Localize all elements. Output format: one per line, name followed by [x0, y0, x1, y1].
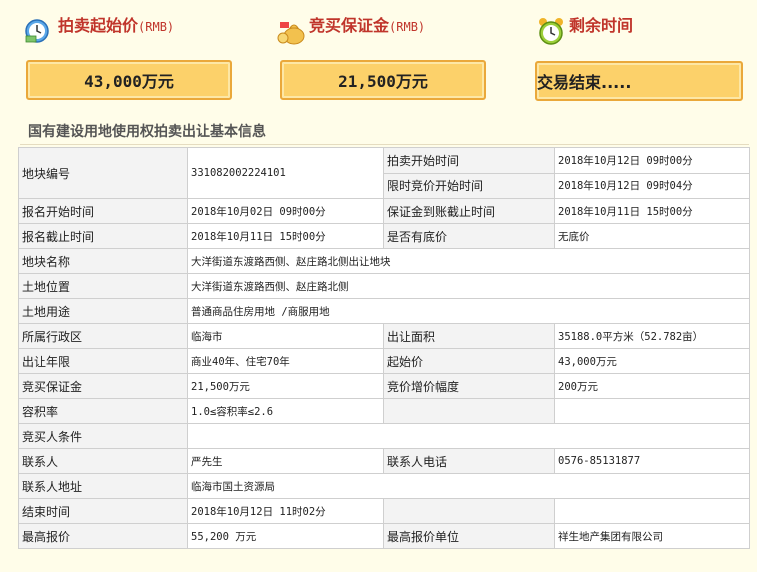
start-price-value: 43,000万元 [84, 72, 174, 91]
section-title: 国有建设用地使用权拍卖出让基本信息 [28, 124, 266, 140]
conditions-value [187, 423, 750, 449]
table-row: 地块名称 大洋街道东渡路西侧、赵庄路北侧出让地块 [18, 248, 750, 274]
deposit-deadline-label: 保证金到账截止时间 [383, 198, 555, 224]
deposit-box: 21,500万元 [280, 60, 486, 100]
end-time-value: 2018年10月12日 11时02分 [187, 498, 384, 524]
conditions-label: 竞买人条件 [18, 423, 188, 449]
district-label: 所属行政区 [18, 323, 188, 349]
increment-value: 200万元 [554, 373, 750, 399]
parcel-no-label: 地块编号 [18, 147, 188, 199]
table-row: 结束时间 2018年10月12日 11时02分 [18, 498, 750, 524]
reg-start-label: 报名开始时间 [18, 198, 188, 224]
top-bidder-value: 祥生地产集团有限公司 [554, 523, 750, 549]
parcel-no-value: 331082002224101 [187, 147, 384, 199]
far-value: 1.0≤容积率≤2.6 [187, 398, 384, 424]
usage-value: 普通商品住房用地 /商服用地 [187, 298, 750, 324]
increment-label: 竞价增价幅度 [383, 373, 555, 399]
contact-value: 严先生 [187, 448, 384, 474]
money-bag-icon [276, 16, 306, 46]
top-bid-value: 55,200 万元 [187, 523, 384, 549]
reg-end-value: 2018年10月11日 15时00分 [187, 223, 384, 249]
table-row: 容积率 1.0≤容积率≤2.6 [18, 398, 750, 424]
phone-value: 0576-85131877 [554, 448, 750, 474]
deposit-value: 21,500万元 [338, 72, 428, 91]
reserve-value: 无底价 [554, 223, 750, 249]
area-label: 出让面积 [383, 323, 555, 349]
end-time-label: 结束时间 [18, 498, 188, 524]
auction-start-label: 拍卖开始时间 [383, 147, 555, 174]
table-row: 最高报价 55,200 万元 最高报价单位 祥生地产集团有限公司 [18, 523, 750, 549]
empty-cell [383, 398, 555, 424]
table-row: 出让年限 商业40年、住宅70年 起始价 43,000万元 [18, 348, 750, 374]
term-value: 商业40年、住宅70年 [187, 348, 384, 374]
empty-cell [554, 398, 750, 424]
table-row: 竞买人条件 [18, 423, 750, 449]
limited-bid-start-value: 2018年10月12日 09时04分 [554, 172, 750, 199]
start-price-row-value: 43,000万元 [554, 348, 750, 374]
table-row: 报名截止时间 2018年10月11日 15时00分 是否有底价 无底价 [18, 223, 750, 249]
land-info-table: 地块编号 331082002224101 拍卖开始时间 2018年10月12日 … [18, 147, 750, 549]
time-left-label: 剩余时间 [569, 16, 634, 35]
top-bidder-label: 最高报价单位 [383, 523, 555, 549]
start-price-label: 拍卖起始价(RMB) [58, 16, 175, 35]
bid-deposit-label: 竞买保证金 [18, 373, 188, 399]
term-label: 出让年限 [18, 348, 188, 374]
table-row: 竞买保证金 21,500万元 竞价增价幅度 200万元 [18, 373, 750, 399]
address-value: 临海市国土资源局 [187, 473, 750, 499]
table-row: 土地位置 大洋街道东渡路西侧、赵庄路北侧 [18, 273, 750, 299]
far-label: 容积率 [18, 398, 188, 424]
empty-cell [554, 498, 750, 524]
reserve-label: 是否有底价 [383, 223, 555, 249]
table-row: 所属行政区 临海市 出让面积 35188.0平方米（52.782亩） [18, 323, 750, 349]
table-row: 报名开始时间 2018年10月02日 09时00分 保证金到账截止时间 2018… [18, 198, 750, 224]
limited-bid-start-label: 限时竞价开始时间 [383, 172, 555, 199]
area-value: 35188.0平方米（52.782亩） [554, 323, 750, 349]
alarm-clock-icon [537, 16, 565, 46]
phone-label: 联系人电话 [383, 448, 555, 474]
deposit-label: 竞买保证金(RMB) [309, 16, 426, 35]
reg-end-label: 报名截止时间 [18, 223, 188, 249]
time-left-box: 交易结束..... [535, 61, 743, 101]
table-row: 联系人 严先生 联系人电话 0576-85131877 [18, 448, 750, 474]
contact-label: 联系人 [18, 448, 188, 474]
district-value: 临海市 [187, 323, 384, 349]
empty-cell [383, 498, 555, 524]
table-row: 土地用途 普通商品住房用地 /商服用地 [18, 298, 750, 324]
bid-deposit-value: 21,500万元 [187, 373, 384, 399]
parcel-name-label: 地块名称 [18, 248, 188, 274]
clock-money-icon [24, 18, 50, 44]
deposit-deadline-value: 2018年10月11日 15时00分 [554, 198, 750, 224]
auction-start-value: 2018年10月12日 09时00分 [554, 147, 750, 174]
reg-start-value: 2018年10月02日 09时00分 [187, 198, 384, 224]
top-bid-label: 最高报价 [18, 523, 188, 549]
address-label: 联系人地址 [18, 473, 188, 499]
location-label: 土地位置 [18, 273, 188, 299]
start-price-row-label: 起始价 [383, 348, 555, 374]
parcel-name-value: 大洋街道东渡路西侧、赵庄路北侧出让地块 [187, 248, 750, 274]
location-value: 大洋街道东渡路西侧、赵庄路北侧 [187, 273, 750, 299]
usage-label: 土地用途 [18, 298, 188, 324]
table-row: 联系人地址 临海市国土资源局 [18, 473, 750, 499]
time-left-value: 交易结束..... [537, 73, 632, 92]
section-divider [20, 144, 749, 145]
table-row: 地块编号 331082002224101 拍卖开始时间 2018年10月12日 … [18, 147, 750, 199]
start-price-box: 43,000万元 [26, 60, 232, 100]
